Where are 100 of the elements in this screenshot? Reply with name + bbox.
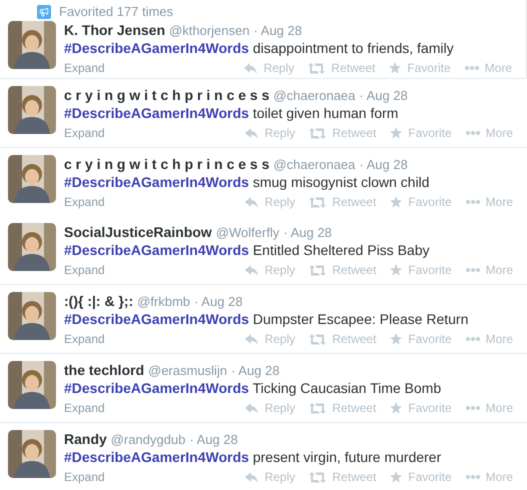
- tweet-text: #DescribeAGamerIn4Words toilet given human form: [64, 104, 400, 123]
- user-name[interactable]: c r y i n g w i t c h p r i n c e s s: [64, 86, 270, 104]
- tweet-action-button[interactable]: Reply: [244, 125, 296, 141]
- user-handle[interactable]: @chaeronaea: [273, 156, 356, 174]
- reply-icon: [244, 264, 259, 276]
- user-handle[interactable]: @erasmuslijn: [148, 362, 228, 380]
- tweet-action-button[interactable]: More: [466, 194, 513, 210]
- tweet-time[interactable]: · Aug 28: [359, 87, 408, 105]
- tweet-action-button[interactable]: Reply: [244, 400, 296, 416]
- tweet-action-button[interactable]: Retweet: [309, 469, 376, 485]
- tweet-action-button[interactable]: Favorite: [390, 331, 452, 347]
- retweet-icon: [308, 62, 326, 74]
- tweet-time[interactable]: · Aug 28: [359, 156, 408, 174]
- star-icon: [390, 196, 402, 208]
- tweet-action-button[interactable]: More: [466, 262, 513, 278]
- star-icon: [389, 62, 402, 74]
- star-icon: [390, 402, 402, 414]
- expand-link[interactable]: Expand: [64, 125, 105, 141]
- expand-link[interactable]: Expand: [64, 400, 105, 416]
- hashtag-link[interactable]: #DescribeAGamerIn4Words: [64, 105, 249, 121]
- tweet-action-button[interactable]: More: [466, 400, 513, 416]
- hashtag-link[interactable]: #DescribeAGamerIn4Words: [64, 242, 249, 258]
- retweet-icon: [309, 402, 326, 414]
- expand-link[interactable]: Expand: [64, 194, 105, 210]
- user-handle[interactable]: @chaeronaea: [273, 87, 356, 105]
- expand-link[interactable]: Expand: [64, 262, 105, 278]
- tweet-action-button[interactable]: Retweet: [309, 125, 376, 141]
- star-icon: [390, 127, 402, 139]
- tweet-action-button[interactable]: More: [466, 469, 513, 485]
- user-handle[interactable]: @frkbmb: [137, 293, 190, 311]
- tweet-action-button[interactable]: Favorite: [389, 60, 451, 76]
- tweet-action-button[interactable]: Reply: [244, 331, 296, 347]
- tweet-text: #DescribeAGamerIn4Words smug misogynist clown child: [64, 173, 430, 192]
- tweet-action-button[interactable]: Retweet: [309, 331, 376, 347]
- hashtag-link[interactable]: #DescribeAGamerIn4Words: [64, 449, 249, 465]
- tweet-action-button[interactable]: Favorite: [390, 194, 452, 210]
- ellipsis-icon: [466, 337, 480, 341]
- hashtag-link[interactable]: #DescribeAGamerIn4Words: [64, 40, 249, 56]
- tweet-action-button[interactable]: Retweet: [309, 262, 376, 278]
- tweet-action-button[interactable]: Favorite: [390, 125, 452, 141]
- retweet-icon: [309, 264, 326, 276]
- tweet-action-button[interactable]: More: [466, 331, 513, 347]
- tweet-time[interactable]: · Aug 28: [194, 293, 243, 311]
- reply-icon: [244, 402, 259, 414]
- tweet-time[interactable]: · Aug 28: [283, 224, 332, 242]
- retweet-icon: [309, 334, 326, 344]
- tweet-time[interactable]: · Aug 28: [189, 431, 238, 449]
- expand-link[interactable]: Expand: [64, 331, 105, 347]
- tweet-text: #DescribeAGamerIn4Words Entitled Sheltered Piss Baby: [64, 241, 430, 260]
- retweet-icon: [309, 196, 326, 208]
- megaphone-icon: [37, 5, 51, 19]
- ellipsis-icon: [466, 268, 480, 272]
- context-label: Favorited 177 times: [59, 3, 174, 22]
- reply-icon: [244, 128, 259, 138]
- user-handle[interactable]: @randygdub: [110, 431, 186, 449]
- ellipsis-icon: [466, 200, 480, 204]
- user-handle[interactable]: @Wolferfly: [216, 224, 280, 242]
- tweet-action-button[interactable]: Retweet: [309, 194, 376, 210]
- hashtag-link[interactable]: #DescribeAGamerIn4Words: [64, 311, 249, 327]
- tweet-action-button[interactable]: More: [464, 60, 512, 76]
- user-name[interactable]: :(){ :|: & };:: [64, 292, 134, 310]
- reply-icon: [244, 196, 259, 208]
- tweet-time[interactable]: · Aug 28: [254, 22, 302, 40]
- retweet-icon: [309, 472, 326, 482]
- reply-icon: [244, 62, 258, 74]
- ellipsis-icon: [466, 406, 480, 410]
- tweet-action-button[interactable]: Favorite: [390, 262, 452, 278]
- tweet-action-button[interactable]: Favorite: [390, 400, 452, 416]
- user-name[interactable]: SocialJusticeRainbow: [64, 223, 212, 241]
- tweet-action-button[interactable]: Reply: [244, 469, 296, 485]
- tweet-action-button[interactable]: Reply: [244, 60, 294, 76]
- tweet-text: #DescribeAGamerIn4Words present virgin, future murderer: [64, 448, 442, 467]
- ellipsis-icon: [464, 66, 479, 70]
- retweet-icon: [309, 128, 326, 138]
- tweet-action-button[interactable]: More: [466, 125, 513, 141]
- tweet-text: #DescribeAGamerIn4Words Dumpster Escapee: Please Return: [64, 310, 470, 329]
- hashtag-link[interactable]: #DescribeAGamerIn4Words: [64, 174, 249, 190]
- user-handle[interactable]: @kthorjensen: [169, 22, 250, 40]
- user-name[interactable]: the techlord: [64, 361, 144, 379]
- user-name[interactable]: c r y i n g w i t c h p r i n c e s s: [64, 155, 270, 173]
- hashtag-link[interactable]: #DescribeAGamerIn4Words: [64, 380, 249, 396]
- star-icon: [390, 333, 402, 345]
- expand-link[interactable]: Expand: [64, 60, 105, 76]
- reply-icon: [244, 472, 259, 482]
- user-name[interactable]: K. Thor Jensen: [64, 21, 166, 39]
- ellipsis-icon: [466, 131, 480, 135]
- tweet-time[interactable]: · Aug 28: [231, 362, 280, 380]
- tweet-text: #DescribeAGamerIn4Words disappointment to friends, family: [64, 39, 455, 58]
- tweet-text: #DescribeAGamerIn4Words Ticking Caucasian Time Bomb: [64, 379, 442, 398]
- expand-link[interactable]: Expand: [64, 469, 105, 485]
- star-icon: [390, 264, 402, 276]
- star-icon: [390, 471, 402, 483]
- tweet-action-button[interactable]: Retweet: [309, 400, 376, 416]
- tweet-action-button[interactable]: Retweet: [308, 60, 376, 76]
- tweet-action-button[interactable]: Reply: [244, 194, 296, 210]
- ellipsis-icon: [466, 475, 480, 479]
- reply-icon: [244, 334, 259, 344]
- tweet-action-button[interactable]: Reply: [244, 262, 296, 278]
- user-name[interactable]: Randy: [64, 430, 107, 448]
- tweet-action-button[interactable]: Favorite: [390, 469, 452, 485]
